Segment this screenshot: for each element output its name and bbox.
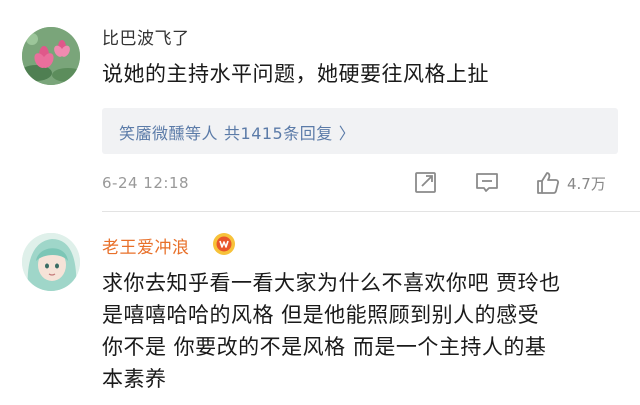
lotus-avatar-image: [22, 27, 80, 85]
comment-icon: [476, 173, 498, 192]
comment-text-line: 求你去知乎看一看大家为什么不喜欢你吧 贾玲也: [102, 271, 561, 295]
comment-username[interactable]: 老王爱冲浪: [102, 233, 190, 258]
comment-item: 比巴波飞了 说她的主持水平问题，她硬要往风格上扯 笑靥微醺等人 共1415条回复…: [0, 0, 640, 212]
reply-authors[interactable]: 笑靥微醺等人: [119, 120, 218, 144]
comment-text: 说她的主持水平问题，她硬要往风格上扯: [102, 62, 489, 86]
anime-avatar-image: [22, 233, 80, 291]
like-count: 4.7万: [567, 174, 606, 193]
avatar[interactable]: [22, 27, 80, 85]
comment-username[interactable]: 比巴波飞了: [102, 24, 190, 49]
reply-count[interactable]: 共1415条回复: [224, 120, 333, 144]
comment-item: 老王爱冲浪 求你去知乎看一看大家为什么不喜欢你吧 贾玲也 是嘻嘻哈哈的风格 但是…: [0, 212, 640, 405]
avatar[interactable]: [22, 233, 80, 291]
comment-text-line: 是嘻嘻哈哈的风格 但是他能照顾到别人的感受: [102, 303, 540, 327]
comment-text: 求你去知乎看一看大家为什么不喜欢你吧 贾玲也 是嘻嘻哈哈的风格 但是他能照顾到别…: [102, 267, 622, 395]
like-button[interactable]: 4.7万: [535, 169, 625, 197]
reply-summary[interactable]: 笑靥微醺等人 共1415条回复 〉: [102, 108, 618, 154]
share-button[interactable]: [414, 169, 438, 197]
comment-time: 6-24 12:18: [102, 174, 190, 192]
comment-button[interactable]: [474, 169, 500, 197]
vip-badge-icon: [211, 231, 237, 257]
like-icon: [537, 172, 560, 194]
share-icon: [415, 172, 436, 193]
comment-text-line: 你不是 你要改的不是风格 而是一个主持人的基: [102, 335, 547, 359]
chevron-right-icon: 〉: [338, 124, 356, 143]
comment-text-line: 本素养: [102, 367, 167, 391]
